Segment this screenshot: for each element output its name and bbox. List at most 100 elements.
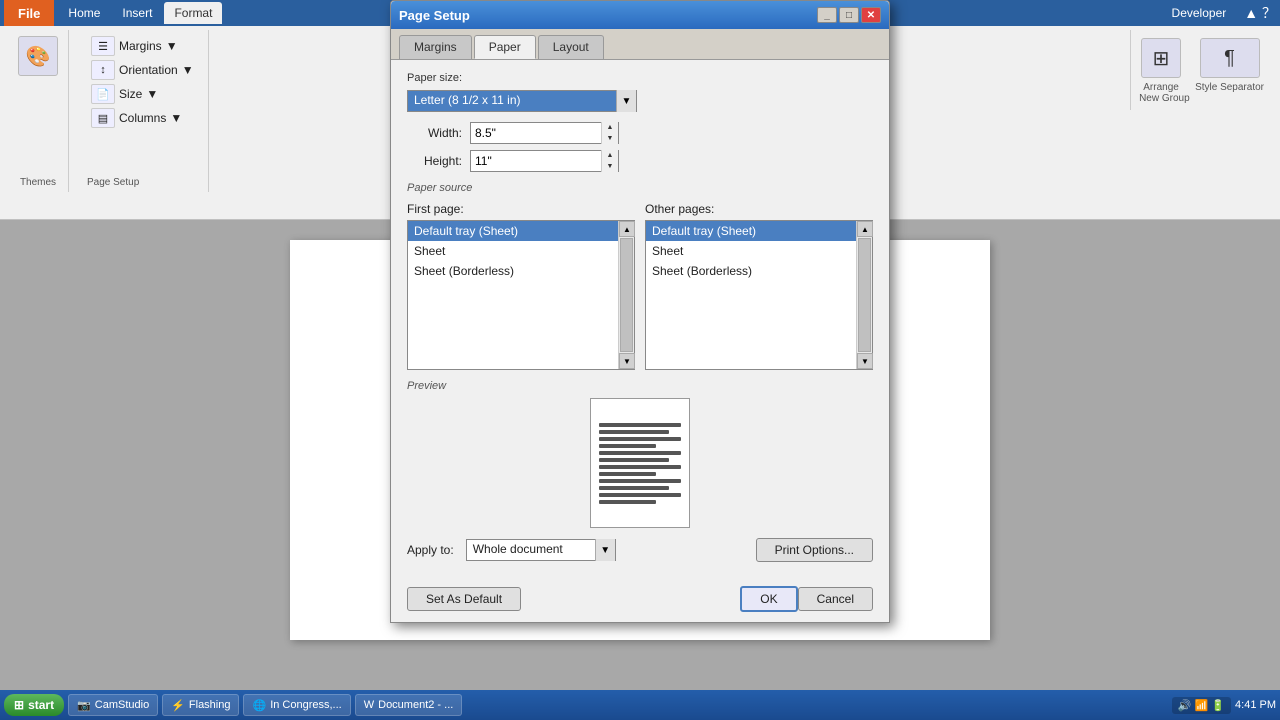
columns-arrow: ▼ xyxy=(170,111,182,125)
preview-label: Preview xyxy=(407,380,873,392)
arrange-label: Arrange xyxy=(1143,82,1179,93)
word-icon: W xyxy=(364,699,374,711)
taskbar-item-camstudio[interactable]: 📷 CamStudio xyxy=(68,694,158,716)
preview-line-2 xyxy=(599,430,669,434)
start-button[interactable]: ⊞ start xyxy=(4,694,64,716)
margins-button[interactable]: ☰ Margins ▼ xyxy=(87,34,198,58)
file-tab[interactable]: File xyxy=(4,0,54,26)
flashing-label: Flashing xyxy=(189,699,231,711)
word-label: Document2 - ... xyxy=(378,699,453,711)
preview-line-3 xyxy=(599,437,681,441)
first-page-scroll-up[interactable]: ▲ xyxy=(619,221,635,237)
height-spin-down[interactable]: ▼ xyxy=(602,161,618,172)
preview-line-1 xyxy=(599,423,681,427)
taskbar-item-flashing[interactable]: ⚡ Flashing xyxy=(162,694,239,716)
width-input-wrap: ▲ ▼ xyxy=(470,122,619,144)
first-page-item-2[interactable]: Sheet (Borderless) xyxy=(408,261,618,281)
columns-button[interactable]: ▤ Columns ▼ xyxy=(87,106,198,130)
tab-paper[interactable]: Paper xyxy=(474,35,536,59)
ribbon-tab-format[interactable]: Format xyxy=(164,2,222,24)
tray-icons: 🔊 📶 🔋 xyxy=(1172,697,1231,714)
first-page-scrollbar[interactable]: ▲ ▼ xyxy=(618,221,634,369)
other-pages-item-1[interactable]: Sheet xyxy=(646,241,856,261)
width-input[interactable] xyxy=(471,123,601,143)
tray-icon-1: 🔊 xyxy=(1178,699,1192,712)
taskbar-item-browser[interactable]: 🌐 In Congress,... xyxy=(243,694,350,716)
height-spin-up[interactable]: ▲ xyxy=(602,150,618,161)
other-pages-label: Other pages: xyxy=(645,202,873,216)
other-pages-scroll-up[interactable]: ▲ xyxy=(857,221,873,237)
ok-button[interactable]: OK xyxy=(740,586,797,612)
preview-line-8 xyxy=(599,472,656,476)
maximize-button[interactable]: □ xyxy=(839,7,859,23)
paper-size-arrow[interactable]: ▼ xyxy=(616,90,636,112)
other-pages-scroll-thumb[interactable] xyxy=(858,238,871,352)
minimize-button[interactable]: _ xyxy=(817,7,837,23)
apply-to-select-wrap: Whole document ▼ xyxy=(466,539,616,561)
first-page-col: First page: Default tray (Sheet) Sheet S… xyxy=(407,202,635,370)
apply-to-arrow[interactable]: ▼ xyxy=(595,539,615,561)
preview-line-7 xyxy=(599,465,681,469)
apply-to-value[interactable]: Whole document xyxy=(467,540,595,560)
width-spin-up[interactable]: ▲ xyxy=(602,122,618,133)
tray-icon-2: 📶 xyxy=(1195,699,1209,712)
preview-line-5 xyxy=(599,451,681,455)
themes-icon[interactable]: 🎨 xyxy=(18,36,58,76)
width-spinner: ▲ ▼ xyxy=(601,122,618,144)
dialog-controls: _ □ ✕ xyxy=(817,7,881,23)
other-pages-item-0[interactable]: Default tray (Sheet) xyxy=(646,221,856,241)
first-page-scroll-thumb[interactable] xyxy=(620,238,633,352)
browser-icon: 🌐 xyxy=(252,699,266,712)
close-button[interactable]: ✕ xyxy=(861,7,881,23)
windows-icon: ⊞ xyxy=(14,698,24,712)
clock: 4:41 PM xyxy=(1235,699,1276,711)
first-page-item-1[interactable]: Sheet xyxy=(408,241,618,261)
paper-source-section: Paper source First page: Default tray (S… xyxy=(407,182,873,370)
arrange-icon[interactable]: ⊞ xyxy=(1141,38,1181,78)
paper-size-label: Paper size: xyxy=(407,72,873,84)
dialog-tabs: Margins Paper Layout xyxy=(391,29,889,60)
first-page-item-0[interactable]: Default tray (Sheet) xyxy=(408,221,618,241)
height-input[interactable] xyxy=(471,151,601,171)
style-separator-label: Style Separator xyxy=(1195,82,1264,93)
paper-size-value[interactable]: Letter (8 1/2 x 11 in) xyxy=(408,91,616,111)
preview-line-10 xyxy=(599,486,669,490)
tab-margins[interactable]: Margins xyxy=(399,35,472,59)
ribbon-group-page-setup: ☰ Margins ▼ ↕ Orientation ▼ 📄 Size ▼ ▤ C… xyxy=(77,30,209,192)
dialog-title: Page Setup xyxy=(399,8,470,23)
ribbon-tab-home[interactable]: Home xyxy=(58,2,110,24)
margins-icon: ☰ xyxy=(91,36,115,56)
start-label: start xyxy=(28,698,54,712)
print-options-button[interactable]: Print Options... xyxy=(756,538,873,562)
apply-to-label: Apply to: xyxy=(407,543,454,557)
taskbar-item-word[interactable]: W Document2 - ... xyxy=(355,694,463,716)
size-icon: 📄 xyxy=(91,84,115,104)
orientation-arrow: ▼ xyxy=(182,63,194,77)
browser-label: In Congress,... xyxy=(270,699,342,711)
paper-source-label: Paper source xyxy=(407,182,873,194)
ribbon-tab-developer[interactable]: Developer xyxy=(1162,2,1237,24)
set-default-button[interactable]: Set As Default xyxy=(407,587,521,611)
tab-layout[interactable]: Layout xyxy=(538,35,604,59)
source-grid: First page: Default tray (Sheet) Sheet S… xyxy=(407,202,873,370)
width-spin-down[interactable]: ▼ xyxy=(602,133,618,144)
cancel-button[interactable]: Cancel xyxy=(798,587,873,611)
first-page-scroll-down[interactable]: ▼ xyxy=(619,353,635,369)
size-button[interactable]: 📄 Size ▼ xyxy=(87,82,198,106)
other-pages-scroll-down[interactable]: ▼ xyxy=(857,353,873,369)
paper-size-select-wrap[interactable]: Letter (8 1/2 x 11 in) ▼ xyxy=(407,90,637,112)
style-separator-icon[interactable]: ¶ xyxy=(1200,38,1260,78)
size-label: Size xyxy=(119,87,142,101)
other-pages-scrollbar[interactable]: ▲ ▼ xyxy=(856,221,872,369)
paper-size-row: Letter (8 1/2 x 11 in) ▼ xyxy=(407,90,873,112)
orientation-button[interactable]: ↕ Orientation ▼ xyxy=(87,58,198,82)
ribbon-tab-insert[interactable]: Insert xyxy=(112,2,162,24)
other-pages-item-2[interactable]: Sheet (Borderless) xyxy=(646,261,856,281)
taskbar: ⊞ start 📷 CamStudio ⚡ Flashing 🌐 In Cong… xyxy=(0,690,1280,720)
ribbon-group-themes: 🎨 Themes xyxy=(8,30,69,192)
apply-to-row: Apply to: Whole document ▼ Print Options… xyxy=(407,538,873,562)
dialog-body: Paper size: Letter (8 1/2 x 11 in) ▼ Wid… xyxy=(391,60,889,580)
orientation-label: Orientation xyxy=(119,63,178,77)
other-pages-list-wrap: Default tray (Sheet) Sheet Sheet (Border… xyxy=(645,220,873,370)
taskbar-right: 🔊 📶 🔋 4:41 PM xyxy=(1172,697,1276,714)
